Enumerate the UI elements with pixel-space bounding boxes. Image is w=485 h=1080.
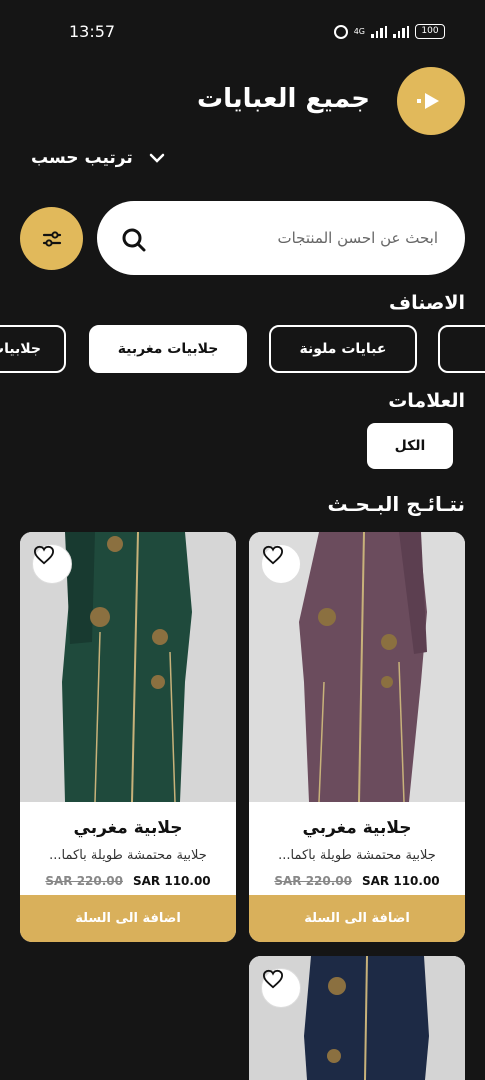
product-card[interactable]: جلابية مغربي جلابية محتمشة طويلة بأكما..… <box>20 532 236 942</box>
category-chip-moroccan-jalabiyas[interactable]: جلابيات مغربية <box>89 325 247 373</box>
product-image[interactable] <box>249 956 465 1080</box>
search-icon <box>122 228 146 252</box>
product-prices: SAR 220.00 SAR 110.00 <box>20 874 236 888</box>
category-chip-jalabiyas[interactable]: جلابيات <box>0 325 66 373</box>
product-info: جلابية مغربي جلابية محتمشة طويلة بأكما..… <box>249 802 465 895</box>
battery-icon: 100 <box>415 24 445 39</box>
sort-dropdown[interactable]: ترتيب حسب <box>31 148 165 168</box>
favorite-button[interactable] <box>261 968 301 1008</box>
app-screen: 13:57 4G 100 جميع العبايات ترتيب حسب ابح… <box>0 0 485 1080</box>
heart-icon <box>33 545 55 565</box>
product-description: جلابية محتمشة طويلة بأكما... <box>49 848 207 863</box>
product-card[interactable] <box>249 956 465 1080</box>
product-info: جلابية مغربي جلابية محتمشة طويلة بأكما..… <box>20 802 236 895</box>
search-input[interactable]: ابحث عن احسن المنتجات <box>97 201 465 275</box>
product-image[interactable] <box>20 532 236 802</box>
page-title: جميع العبايات <box>197 84 370 114</box>
sort-label: ترتيب حسب <box>31 148 133 168</box>
product-card[interactable]: جلابية مغربي جلابية محتمشة طويلة بأكما..… <box>249 532 465 942</box>
old-price: SAR 220.00 <box>45 874 123 888</box>
status-icons: 4G 100 <box>333 24 445 39</box>
network-label: 4G <box>353 27 365 36</box>
search-placeholder: ابحث عن احسن المنتجات <box>277 229 438 247</box>
logo-button[interactable] <box>397 67 465 135</box>
add-to-cart-button[interactable]: اضافة الى السلة <box>249 895 465 942</box>
category-chip-jalabiyas-label: جلابيات <box>0 341 42 357</box>
old-price: SAR 220.00 <box>274 874 352 888</box>
add-to-cart-button[interactable]: اضافة الى السلة <box>20 895 236 942</box>
sliders-icon <box>42 231 62 247</box>
favorite-button[interactable] <box>32 544 72 584</box>
new-price: SAR 110.00 <box>362 874 440 888</box>
heart-icon <box>262 969 284 989</box>
results-title: نتـائـج البـحـث <box>327 492 465 516</box>
product-name: جلابية مغربي <box>302 818 412 838</box>
category-chip-1[interactable] <box>438 325 485 373</box>
status-time: 13:57 <box>69 22 116 41</box>
categories-title: الاصناف <box>389 292 465 314</box>
play-arrow-logo-icon <box>417 93 439 109</box>
favorite-button[interactable] <box>261 544 301 584</box>
alarm-icon <box>333 24 348 39</box>
chevron-down-icon <box>149 153 164 163</box>
signal-icon-2 <box>393 25 409 38</box>
brand-chip-all[interactable]: الكل <box>367 423 453 469</box>
product-prices: SAR 220.00 SAR 110.00 <box>249 874 465 888</box>
product-image[interactable] <box>249 532 465 802</box>
product-name: جلابية مغربي <box>73 818 183 838</box>
filter-button[interactable] <box>20 207 83 270</box>
heart-icon <box>262 545 284 565</box>
signal-icon <box>371 25 387 38</box>
product-description: جلابية محتمشة طويلة بأكما... <box>278 848 436 863</box>
brands-title: العلامات <box>388 390 465 412</box>
category-chip-colored-abayas[interactable]: عبايات ملونة <box>269 325 417 373</box>
new-price: SAR 110.00 <box>133 874 211 888</box>
